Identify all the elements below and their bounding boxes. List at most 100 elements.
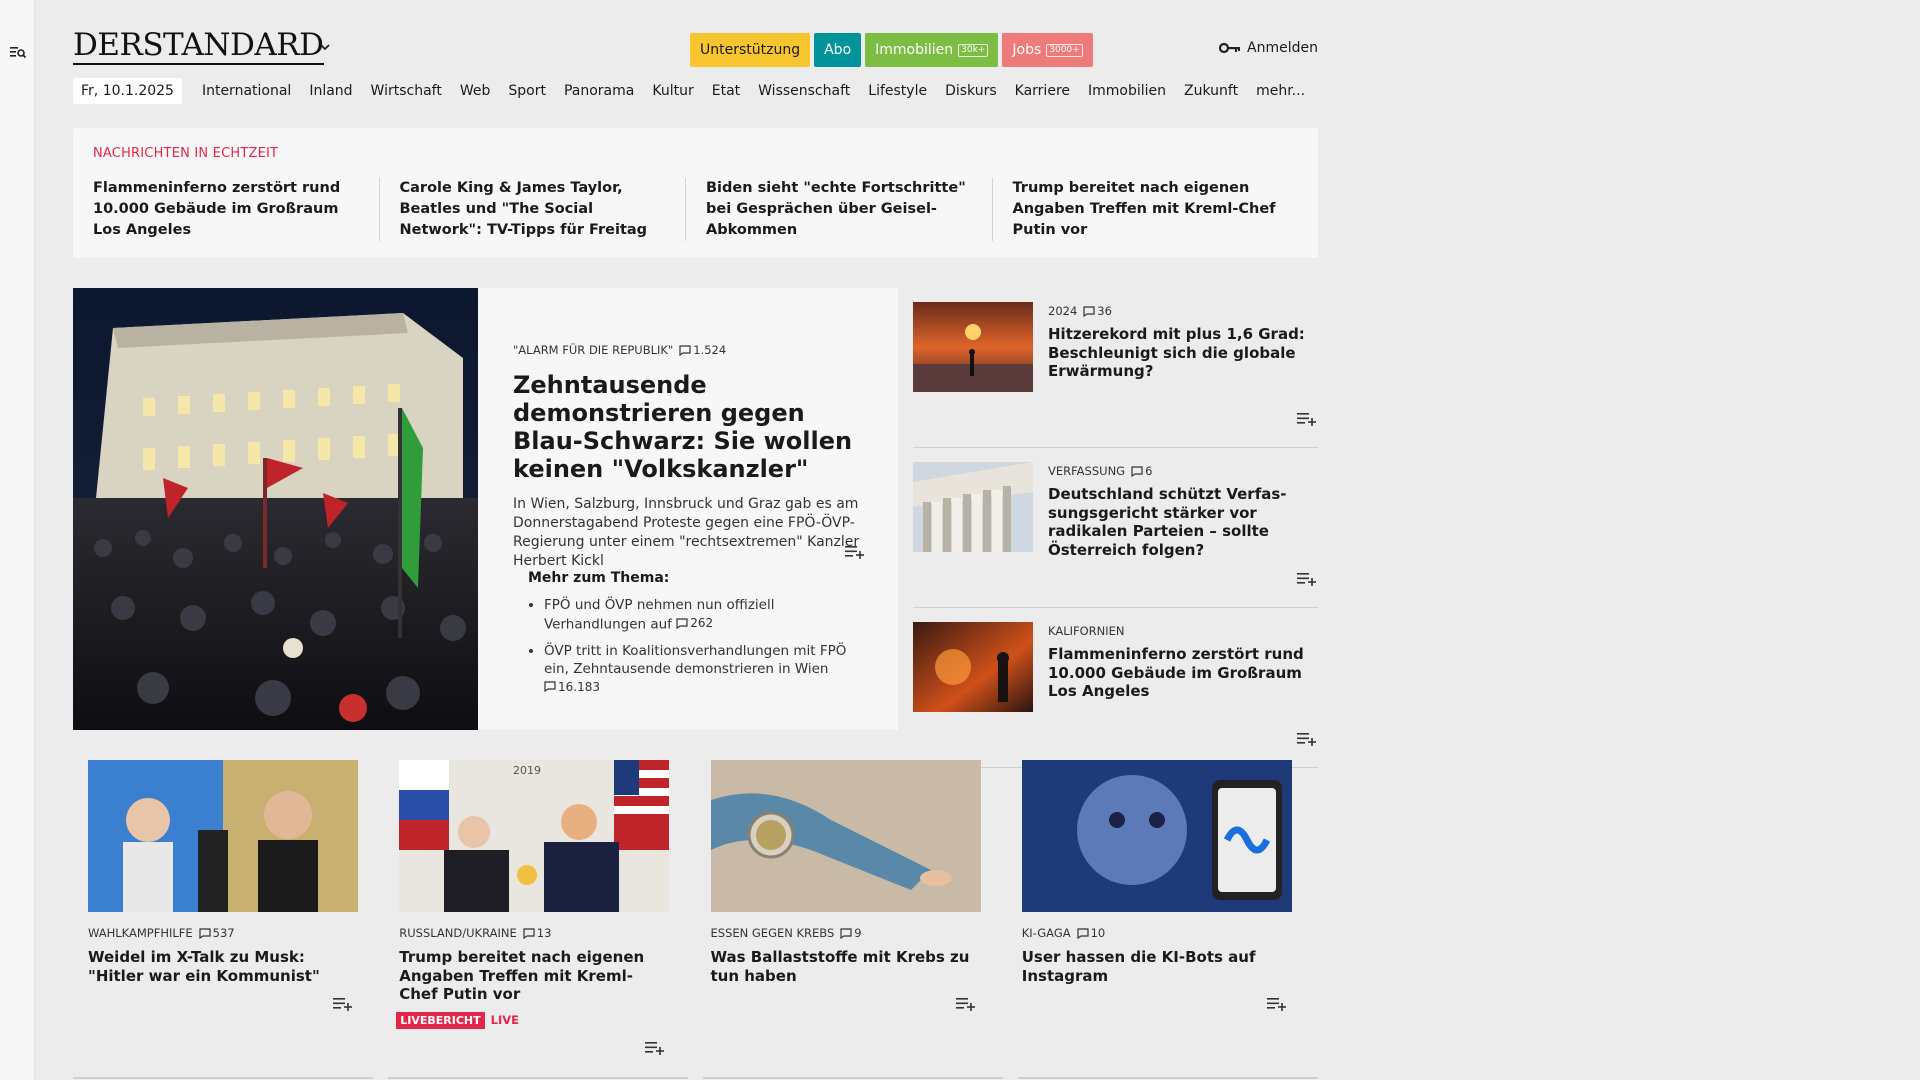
nav-item-diskurs[interactable]: Diskurs (936, 83, 1006, 99)
live-indicator: LIVEBERICHT LIVE (396, 1011, 669, 1029)
related-title: Mehr zum Thema: (528, 570, 670, 586)
add-to-list-icon[interactable] (1266, 996, 1288, 1012)
logo[interactable]: DERSTANDARD (73, 28, 324, 65)
nav-item-zukunft[interactable]: Zukunft (1175, 83, 1247, 99)
add-to-list-icon[interactable] (1296, 731, 1318, 747)
teaser-comment-count[interactable]: 9 (840, 926, 862, 940)
nav-item-etat[interactable]: Etat (703, 83, 749, 99)
teaser-comments: 9 (854, 926, 862, 940)
ticker-item[interactable]: Carole King & James Taylor, Beatles und … (378, 178, 686, 241)
nav-item-immobilien[interactable]: Immobilien (1079, 83, 1175, 99)
nav-item-inland[interactable]: Inland (300, 83, 361, 99)
live-badge: LIVEBERICHT (396, 1011, 485, 1029)
side-kicker: 2024 (1048, 304, 1078, 318)
related-comment-count[interactable]: 16.183 (544, 678, 600, 696)
comment-icon (1131, 465, 1143, 477)
teaser-headline[interactable]: User hassen die KI-Bots auf Instagram (1022, 948, 1292, 985)
add-to-list-icon[interactable] (1296, 571, 1318, 587)
teaser-comment-count[interactable]: 13 (523, 926, 551, 940)
ticker-item[interactable]: Flammeninferno zerstört rund 10.000 Gebä… (93, 178, 379, 241)
side-story-image[interactable] (913, 302, 1033, 392)
teaser-image[interactable] (710, 760, 981, 912)
nav-item-sport[interactable]: Sport (499, 83, 555, 99)
lead-teaser: In Wien, Salzburg, Innsbruck und Graz ga… (513, 496, 860, 569)
comment-icon (679, 344, 691, 356)
nav-item-wissenschaft[interactable]: Wissenschaft (749, 83, 859, 99)
add-to-list-icon[interactable] (844, 544, 866, 560)
add-to-list-icon[interactable] (332, 996, 354, 1012)
support-button[interactable]: Unterstützung (690, 33, 811, 67)
main-nav: Fr, 10.1.2025 International Inland Wirts… (73, 76, 1318, 106)
related-item-text: ÖVP tritt in Koalitionsverhandlungen mit… (544, 642, 847, 677)
related-comments: 16.183 (558, 679, 600, 694)
abo-label: Abo (824, 42, 852, 58)
teaser-kicker-row: ESSEN GEGEN KREBS 9 (711, 926, 981, 940)
teaser-image[interactable] (1021, 760, 1292, 912)
nav-item-web[interactable]: Web (451, 83, 500, 99)
immobilien-button[interactable]: Immobilien 30k+ (865, 33, 999, 67)
add-to-list-icon[interactable] (644, 1040, 666, 1056)
divider (73, 1077, 373, 1079)
nav-item-wirtschaft[interactable]: Wirtschaft (362, 83, 451, 99)
teaser-card: ESSEN GEGEN KREBS 9 Was Ballaststoffe mi… (696, 760, 1007, 1080)
immobilien-badge: 30k+ (958, 43, 989, 57)
side-story-image[interactable] (913, 462, 1033, 552)
divider (703, 1077, 1003, 1079)
side-story-image[interactable] (913, 622, 1033, 712)
related-item-text: FPÖ und ÖVP nehmen nun offiziell Verhand… (544, 597, 775, 633)
teaser-card: 2019 RUSSLAND/UKRAINE 13 Trump bereitet … (384, 760, 695, 1080)
related-item[interactable]: FPÖ und ÖVP nehmen nun offiziell Verhand… (544, 596, 868, 634)
side-comment-count[interactable]: 6 (1131, 464, 1152, 478)
lead-story-image[interactable] (73, 288, 478, 730)
teaser-headline[interactable]: Was Ballaststoffe mit Krebs zu tun haben (711, 948, 981, 985)
ticker-item[interactable]: Trump bereitet nach eigenen Angaben Tref… (991, 178, 1299, 241)
nav-item-international[interactable]: International (193, 83, 300, 99)
teaser-headline[interactable]: Trump bereitet nach eigenen Angaben Tref… (399, 948, 669, 1004)
side-story-text: 2024 36 Hitzerekord mit plus 1,6 Grad: B… (1048, 304, 1318, 381)
side-kicker: KALIFORNIEN (1048, 624, 1125, 638)
ticker-items: Flammeninferno zerstört rund 10.000 Gebä… (93, 178, 1298, 241)
related-comment-count[interactable]: 262 (676, 614, 713, 632)
lead-headline[interactable]: Zehntausende demonstrieren gegen Blau-Sc… (513, 371, 868, 483)
nav-item-more[interactable]: mehr... (1247, 83, 1314, 99)
jobs-badge: 3000+ (1046, 43, 1083, 57)
side-kicker-row: VERFASSUNG 6 (1048, 464, 1318, 478)
add-to-list-icon[interactable] (955, 996, 977, 1012)
teaser-kicker: KI-GAGA (1021, 926, 1071, 940)
login-button[interactable]: Anmelden (1219, 40, 1318, 56)
teaser-comment-count[interactable]: 10 (1077, 926, 1105, 940)
nav-item-lifestyle[interactable]: Lifestyle (859, 83, 936, 99)
jobs-label: Jobs (1012, 42, 1042, 58)
ticker-item[interactable]: Biden sieht "echte Fortschritte" bei Ges… (685, 178, 992, 241)
add-to-list-icon[interactable] (1296, 411, 1318, 427)
lead-story-body: "ALARM FÜR DIE REPUBLIK" 1.524 Zehntause… (513, 343, 868, 571)
promo-bar: Unterstützung Abo Immobilien 30k+ Jobs 3… (690, 33, 1093, 67)
header: DERSTANDARD Unterstützung Abo Immobilien… (73, 0, 1318, 70)
teaser-image[interactable]: 2019 (399, 760, 670, 912)
side-headline[interactable]: Flammeninferno zerstört rund 10.000 Gebä… (1048, 645, 1318, 701)
side-headline[interactable]: Hitzerekord mit plus 1,6 Grad: Beschleun… (1048, 325, 1318, 381)
login-label: Anmelden (1247, 40, 1318, 56)
nav-item-panorama[interactable]: Panorama (555, 83, 643, 99)
side-kicker: VERFASSUNG (1048, 464, 1126, 478)
teaser-headline[interactable]: Weidel im X-Talk zu Musk: "Hitler war ei… (88, 948, 358, 985)
search-menu-icon[interactable] (8, 42, 28, 62)
abo-button[interactable]: Abo (814, 33, 862, 67)
comment-icon (1077, 927, 1089, 939)
side-story: VERFASSUNG 6 Deutschland schützt Verfas­… (913, 448, 1318, 608)
related-item[interactable]: ÖVP tritt in Koalitionsverhandlungen mit… (544, 642, 868, 698)
side-headline[interactable]: Deutschland schützt Verfas­sungsgericht … (1048, 485, 1318, 559)
divider (388, 1077, 688, 1079)
nav-item-karriere[interactable]: Karriere (1006, 83, 1079, 99)
jobs-button[interactable]: Jobs 3000+ (1002, 33, 1093, 67)
nav-item-kultur[interactable]: Kultur (643, 83, 702, 99)
teaser-image[interactable] (88, 760, 358, 912)
chevron-down-icon[interactable] (318, 40, 334, 56)
teaser-text: KI-GAGA 10 User hassen die KI-Bots auf I… (1022, 926, 1292, 985)
teaser-text: RUSSLAND/UKRAINE 13 Trump bereitet nach … (396, 926, 669, 1029)
teaser-comment-count[interactable]: 537 (199, 926, 235, 940)
side-comment-count[interactable]: 36 (1083, 304, 1112, 318)
side-story: 2024 36 Hitzerekord mit plus 1,6 Grad: B… (913, 288, 1318, 448)
related-articles: Mehr zum Thema: FPÖ und ÖVP nehmen nun o… (528, 570, 868, 705)
lead-comment-count[interactable]: 1.524 (679, 343, 726, 357)
